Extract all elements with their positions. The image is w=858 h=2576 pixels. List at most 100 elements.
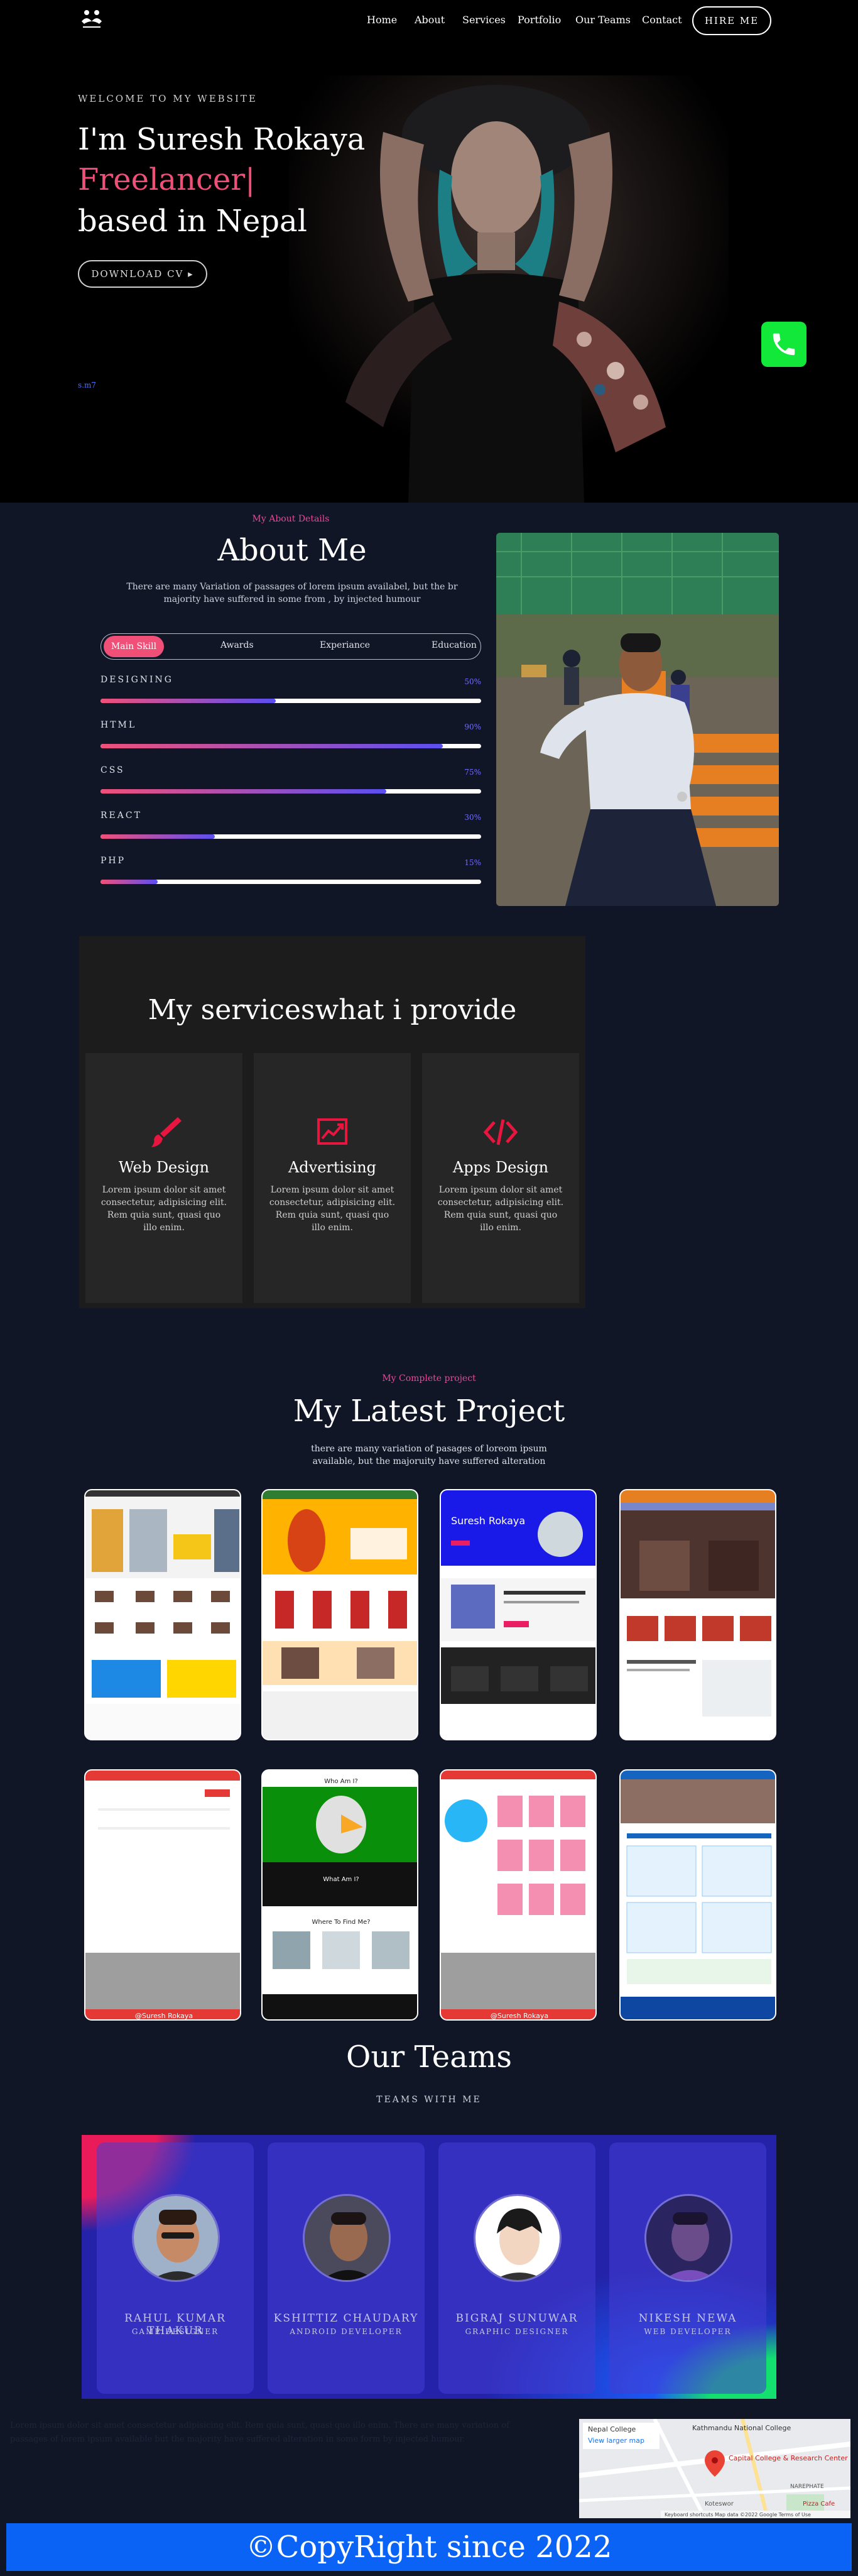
project-thumbnail: @Suresh Rokaya (441, 1771, 595, 2020)
hero-heading-name: I'm Suresh Rokaya (78, 122, 366, 157)
skill-name: PHP (100, 856, 126, 866)
projects-eyebrow: My Complete project (382, 1373, 476, 1384)
project-thumbnail (263, 1490, 417, 1739)
project-card[interactable] (261, 1489, 418, 1740)
teams-subtitle: TEAMS WITH ME (376, 2095, 482, 2105)
paint-brush-icon (151, 1117, 182, 1147)
site-logo[interactable] (78, 8, 106, 31)
about-photo (496, 533, 779, 906)
project-card[interactable]: Who Am I? What Am I? Where To Find Me? (261, 1769, 418, 2021)
tab-experiance[interactable]: Experiance (320, 640, 370, 650)
download-cv-button[interactable]: DOWNLOAD CV ▸ (78, 260, 207, 288)
service-card-advertising[interactable]: Advertising Lorem ipsum dolor sit amet c… (254, 1053, 411, 1303)
service-title: Advertising (288, 1159, 377, 1176)
project-thumbnail: Who Am I? What Am I? Where To Find Me? (263, 1771, 417, 2019)
skill-bar-fill (100, 744, 443, 748)
team-member-role: GRAPHIC DESIGNER (465, 2327, 569, 2336)
services-title: My serviceswhat i provide (148, 994, 517, 1026)
skill-percent: 50% (464, 677, 481, 686)
hire-me-button[interactable]: HIRE ME (692, 6, 771, 35)
map-place-1: Kathmandu National College (692, 2424, 791, 2432)
map-place-2: Capital College & Research Center (729, 2454, 848, 2462)
projects-title: My Latest Project (293, 1394, 565, 1429)
project-thumbnail (85, 1490, 240, 1739)
map-credits: Keyboard shortcuts Map data ©2022 Google… (665, 2512, 811, 2518)
teams-title: Our Teams (346, 2039, 512, 2075)
project-card[interactable] (84, 1489, 241, 1740)
skill-percent: 75% (464, 768, 481, 777)
chart-line-icon (317, 1118, 347, 1145)
skill-percent: 30% (464, 813, 481, 822)
skill-name: DESIGNING (100, 675, 173, 685)
skill-bar-fill (100, 834, 215, 839)
skill-percent: 90% (464, 723, 481, 731)
teams-section: RAHUL KUMAR THAKUR GAME DESIGNER KSHITTI… (82, 2135, 776, 2399)
project-card[interactable] (619, 1769, 776, 2021)
phone-call-button[interactable] (761, 322, 806, 367)
code-icon (483, 1119, 518, 1145)
skill-name: REACT (100, 810, 142, 821)
project-card[interactable]: @Suresh Rokaya (440, 1769, 597, 2021)
project-6-question-1: Who Am I? (324, 1778, 358, 1785)
nav-link-home[interactable]: Home (367, 14, 397, 26)
about-description: There are many Variation of passages of … (126, 582, 458, 604)
project-thumbnail: @Suresh Rokaya (85, 1771, 240, 2019)
project-card[interactable]: @Suresh Rokaya (84, 1769, 241, 2021)
project-6-question-3: Where To Find Me? (312, 1919, 370, 1926)
team-member-role: WEB DEVELOPER (644, 2327, 732, 2336)
team-member-name: NIKESH NEWA (638, 2312, 737, 2325)
map-view-larger-link[interactable]: View larger map (588, 2437, 644, 2445)
hero-heading-location: based in Nepal (78, 204, 307, 239)
skill-bar-fill (100, 880, 158, 884)
project-7-credit: @Suresh Rokaya (491, 2012, 548, 2020)
map-area-3: Pizza Cafe (803, 2501, 835, 2508)
avatar (303, 2194, 391, 2282)
tab-awards[interactable]: Awards (220, 640, 254, 650)
team-member-role: GAME DESIGNER (131, 2327, 219, 2336)
footer-text: Lorem ipsum dolor sit amet consectetur a… (10, 2421, 509, 2444)
skill-name: HTML (100, 720, 137, 730)
services-section: My serviceswhat i provide Web Design Lor… (79, 936, 585, 1308)
team-member-name: KSHITTIZ CHAUDARY (273, 2312, 419, 2325)
top-navigation: Home About Services Portfolio Our Teams … (0, 0, 858, 41)
welcome-text: WELCOME TO MY WEBSITE (78, 93, 258, 104)
service-card-apps-design[interactable]: Apps Design Lorem ipsum dolor sit amet c… (422, 1053, 579, 1303)
avatar (132, 2194, 220, 2282)
team-member-role: ANDROID DEVELOPER (290, 2327, 403, 2336)
nav-link-contact[interactable]: Contact (642, 14, 682, 26)
avatar (644, 2194, 732, 2282)
service-description: Lorem ipsum dolor sit amet consectetur, … (269, 1185, 396, 1233)
google-map-embed[interactable]: Nepal College View larger map Kathmandu … (579, 2419, 850, 2518)
skill-bar-fill (100, 699, 276, 703)
avatar (474, 2194, 562, 2282)
project-card[interactable]: Suresh Rokaya (440, 1489, 597, 1740)
skill-bar-fill (100, 789, 386, 794)
hero-section: WELCOME TO MY WEBSITE I'm Suresh Rokaya … (0, 0, 858, 503)
tab-main-skill[interactable]: Main Skill (104, 636, 164, 657)
nav-link-our-teams[interactable]: Our Teams (575, 14, 631, 26)
map-nearby-label: Nepal College (588, 2425, 636, 2433)
service-card-web-design[interactable]: Web Design Lorem ipsum dolor sit amet co… (85, 1053, 242, 1303)
nav-link-about[interactable]: About (415, 14, 445, 26)
nav-link-portfolio[interactable]: Portfolio (518, 14, 561, 26)
project-thumbnail (621, 1771, 775, 2019)
team-member-card[interactable]: RAHUL KUMAR THAKUR GAME DESIGNER (97, 2142, 254, 2394)
skill-bar (100, 699, 481, 703)
about-eyebrow: My About Details (252, 514, 330, 524)
team-member-card[interactable]: BIGRAJ SUNUWAR GRAPHIC DESIGNER (438, 2142, 595, 2394)
tab-education[interactable]: Education (432, 640, 477, 650)
nav-link-services[interactable]: Services (462, 14, 506, 26)
about-tabs: Main Skill Awards Experiance Education (100, 633, 481, 660)
service-title: Web Design (118, 1159, 210, 1176)
skill-name: CSS (100, 765, 125, 775)
team-member-name: BIGRAJ SUNUWAR (455, 2312, 578, 2325)
service-description: Lorem ipsum dolor sit amet consectetur, … (437, 1185, 564, 1233)
about-title: About Me (217, 533, 367, 568)
team-member-card[interactable]: KSHITTIZ CHAUDARY ANDROID DEVELOPER (268, 2142, 425, 2394)
team-member-card[interactable]: NIKESH NEWA WEB DEVELOPER (609, 2142, 766, 2394)
hero-heading-typed: Freelancer| (78, 162, 256, 197)
skill-bar (100, 744, 481, 748)
project-6-question-2: What Am I? (323, 1876, 359, 1883)
project-card[interactable] (619, 1489, 776, 1740)
skill-percent: 15% (464, 858, 481, 867)
